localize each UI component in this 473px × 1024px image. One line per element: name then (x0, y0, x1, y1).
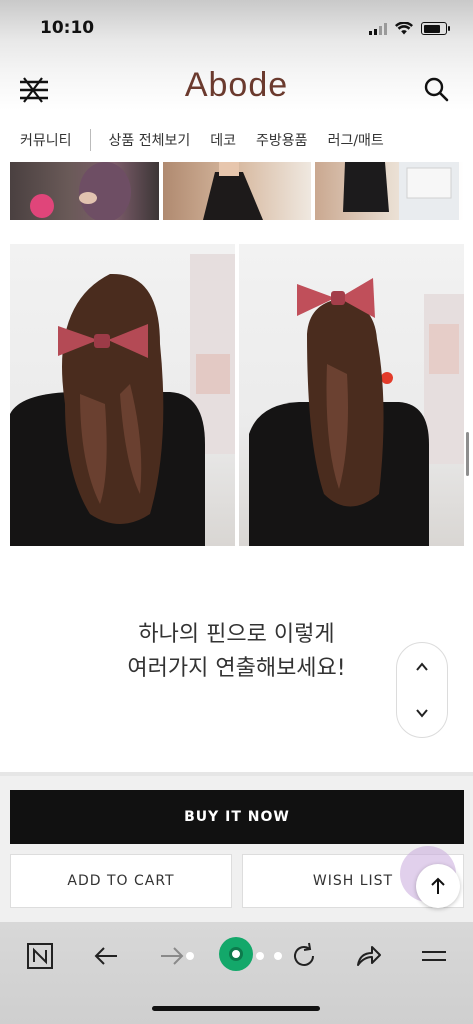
brand-logo[interactable]: Abode (0, 66, 473, 105)
add-to-cart-button[interactable]: ADD TO CART (10, 854, 232, 908)
page-scrollbar[interactable] (466, 432, 469, 476)
nav-tab-deco[interactable]: 데코 (200, 130, 246, 150)
tab-indicator-right (256, 952, 282, 960)
nav-tab-all-products[interactable]: 상품 전체보기 (99, 130, 201, 150)
nav-tab-rug-mat[interactable]: 러그/매트 (318, 130, 394, 150)
nav-tab-community[interactable]: 커뮤니티 (0, 130, 82, 150)
battery-icon (421, 22, 450, 35)
tab-dot (186, 952, 194, 960)
chevron-down-icon[interactable] (397, 693, 447, 733)
naver-n-icon[interactable] (20, 936, 60, 976)
tab-switcher-button[interactable] (216, 934, 256, 974)
search-icon[interactable] (423, 76, 449, 102)
hair-bow-photos (10, 244, 464, 546)
tab-dot (256, 952, 264, 960)
reload-icon[interactable] (284, 936, 324, 976)
hair-photo-ponytail (239, 244, 464, 546)
product-photo-3 (315, 162, 465, 220)
product-photo-1 (10, 162, 159, 220)
app-header: Abode (0, 62, 473, 118)
menu-icon[interactable] (414, 936, 454, 976)
scroll-controls (396, 642, 448, 738)
status-time: 10:10 (40, 18, 95, 38)
product-photo-strip (10, 162, 465, 220)
share-icon[interactable] (348, 936, 388, 976)
tab-dot (274, 952, 282, 960)
home-indicator[interactable] (152, 1006, 320, 1011)
product-photo-2 (162, 162, 312, 220)
hair-photo-half-up (10, 244, 235, 546)
signal-icon (369, 22, 387, 35)
arrow-up-icon[interactable] (416, 864, 460, 908)
purchase-actions: BUY IT NOW ADD TO CART WISH LIST (0, 776, 473, 922)
wifi-icon (395, 22, 413, 35)
nav-tab-kitchen[interactable]: 주방용품 (246, 130, 318, 150)
chevron-up-icon[interactable] (397, 647, 447, 687)
nav-divider (89, 129, 91, 151)
arrow-left-icon[interactable] (86, 936, 126, 976)
status-bar: 10:10 (0, 0, 473, 62)
buy-now-button[interactable]: BUY IT NOW (10, 790, 464, 844)
green-dot-icon (219, 937, 253, 971)
category-nav: 커뮤니티 상품 전체보기 데코 주방용품 러그/매트 (0, 122, 473, 158)
status-icons (369, 22, 450, 35)
